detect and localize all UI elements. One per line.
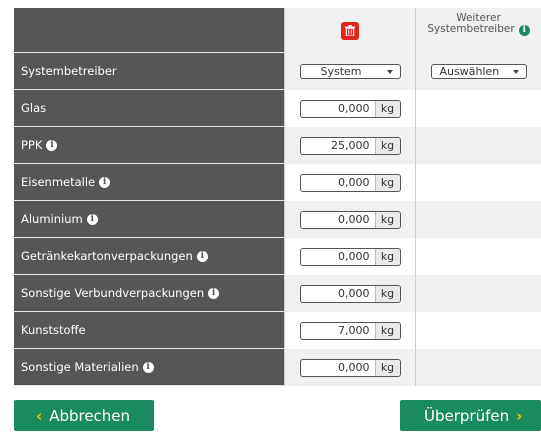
quantity-value: 0,000 [338, 102, 370, 115]
quantity-input[interactable]: 0,000 kg [299, 99, 401, 118]
unit-label: kg [374, 174, 400, 191]
other-operator-cell [415, 238, 541, 275]
check-button[interactable]: Überprüfen › [400, 400, 541, 431]
row-label: Kunststoffe [21, 323, 86, 337]
unit-label: kg [374, 248, 400, 265]
table-row: Systembetreiber System Auswählen [14, 53, 541, 90]
table-row: Sonstige Materialien i 0,000 kg [14, 349, 541, 386]
row-label: Glas [21, 101, 47, 115]
other-operator-cell [415, 275, 541, 312]
value-cell: 0,000 kg [284, 164, 415, 201]
chevron-down-icon [512, 69, 519, 74]
chevron-right-icon: › [516, 406, 523, 425]
unit-label: kg [374, 211, 400, 228]
quantity-input[interactable]: 0,000 kg [299, 247, 401, 266]
row-label-cell: Getränkekartonverpackungen i [14, 238, 284, 275]
unit-label: kg [374, 322, 400, 339]
quantity-input[interactable]: 0,000 kg [299, 173, 401, 192]
quantity-input[interactable]: 0,000 kg [299, 210, 401, 229]
table-row: Sonstige Verbundverpackungen i 0,000 kg [14, 275, 541, 312]
column-2-title-line2: Systembetreiber [427, 23, 515, 35]
unit-label: kg [374, 285, 400, 302]
row-label: Sonstige Materialien [21, 360, 139, 374]
other-operator-cell [415, 312, 541, 349]
table-header-row: Weiterer Systembetreiber i [14, 8, 541, 53]
other-operator-select[interactable]: Auswählen [430, 64, 527, 79]
quantity-value: 7,000 [338, 324, 370, 337]
cancel-button-label: Abbrechen [49, 406, 131, 425]
other-operator-cell [415, 349, 541, 386]
quantity-value: 0,000 [338, 361, 370, 374]
quantity-value: 0,000 [338, 250, 370, 263]
cancel-button[interactable]: ‹ Abbrechen [14, 400, 154, 431]
row-label-cell: Kunststoffe [14, 312, 284, 349]
row-label-cell: Aluminium i [14, 201, 284, 238]
chevron-down-icon [386, 69, 393, 74]
value-cell: 25,000 kg [284, 127, 415, 164]
unit-label: kg [374, 359, 400, 376]
quantity-value: 25,000 [331, 139, 370, 152]
table-row: Aluminium i 0,000 kg [14, 201, 541, 238]
value-cell: 7,000 kg [284, 312, 415, 349]
other-operator-cell: Auswählen [415, 53, 541, 90]
value-cell: 0,000 kg [284, 201, 415, 238]
quantity-value: 0,000 [338, 287, 370, 300]
header-label-cell [14, 8, 284, 53]
select-value: System [320, 65, 362, 78]
row-label-cell: PPK i [14, 127, 284, 164]
table-row: Glas 0,000 kg [14, 90, 541, 127]
packaging-table: Weiterer Systembetreiber i Systembetreibe… [14, 8, 541, 386]
table-row: PPK i 25,000 kg [14, 127, 541, 164]
row-label-cell: Eisenmetalle i [14, 164, 284, 201]
table-row: Eisenmetalle i 0,000 kg [14, 164, 541, 201]
value-cell: System [284, 53, 415, 90]
quantity-value: 0,000 [338, 176, 370, 189]
value-cell: 0,000 kg [284, 349, 415, 386]
row-label-cell: Systembetreiber [14, 53, 284, 90]
quantity-value: 0,000 [338, 213, 370, 226]
quantity-input[interactable]: 0,000 kg [299, 358, 401, 377]
trash-icon[interactable] [341, 21, 359, 40]
header-column-1 [284, 8, 415, 53]
column-2-title: Weiterer Systembetreiber i [416, 13, 541, 36]
value-cell: 0,000 kg [284, 238, 415, 275]
unit-label: kg [374, 137, 400, 154]
check-button-label: Überprüfen [424, 406, 510, 425]
system-operator-select[interactable]: System [299, 64, 401, 79]
value-cell: 0,000 kg [284, 90, 415, 127]
other-operator-cell [415, 164, 541, 201]
quantity-input[interactable]: 7,000 kg [299, 321, 401, 340]
other-operator-cell [415, 127, 541, 164]
row-label: Getränkekartonverpackungen [21, 249, 193, 263]
table-row: Kunststoffe 7,000 kg [14, 312, 541, 349]
info-icon[interactable]: i [142, 361, 154, 373]
info-icon[interactable]: i [196, 250, 208, 262]
chevron-left-icon: ‹ [36, 406, 43, 425]
row-label: PPK [21, 138, 43, 152]
quantity-input[interactable]: 0,000 kg [299, 284, 401, 303]
table-body: Systembetreiber System Auswählen Glas 0,000 k… [14, 53, 541, 386]
header-column-2: Weiterer Systembetreiber i [415, 8, 541, 53]
value-cell: 0,000 kg [284, 275, 415, 312]
other-operator-cell [415, 90, 541, 127]
info-icon[interactable]: i [518, 25, 530, 36]
table-row: Getränkekartonverpackungen i 0,000 kg [14, 238, 541, 275]
other-operator-cell [415, 201, 541, 238]
info-icon[interactable]: i [99, 176, 111, 188]
row-label-cell: Glas [14, 90, 284, 127]
unit-label: kg [374, 100, 400, 117]
info-icon[interactable]: i [86, 213, 98, 225]
select-value: Auswählen [439, 65, 500, 78]
row-label: Sonstige Verbundverpackungen [21, 286, 205, 300]
row-label: Eisenmetalle [21, 175, 96, 189]
info-icon[interactable]: i [46, 139, 58, 151]
row-label-cell: Sonstige Materialien i [14, 349, 284, 386]
quantity-input[interactable]: 25,000 kg [299, 136, 401, 155]
info-icon[interactable]: i [208, 287, 220, 299]
row-label: Aluminium [21, 212, 83, 226]
row-label-cell: Sonstige Verbundverpackungen i [14, 275, 284, 312]
row-label: Systembetreiber [21, 64, 117, 78]
